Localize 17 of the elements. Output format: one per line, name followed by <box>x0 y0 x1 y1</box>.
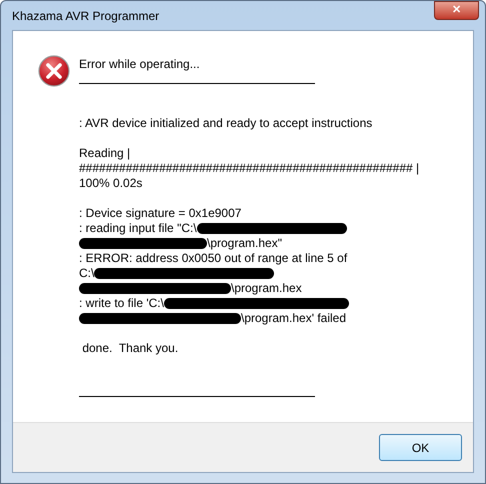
ok-button[interactable]: OK <box>379 434 462 461</box>
message-text: : ERROR: address 0x0050 out of range at line 5 of <box>79 251 348 266</box>
message-text: : write to file 'C:\ <box>79 296 164 311</box>
message-text: done. Thank you. <box>81 341 178 356</box>
error-heading: Error while operating... <box>79 57 201 72</box>
error-icon <box>38 55 70 87</box>
message-text: \program.hex' failed <box>241 311 346 326</box>
message-text: \program.hex" <box>207 236 282 251</box>
message-text: : reading input file "C:\ <box>79 221 197 236</box>
window-title: Khazama AVR Programmer <box>12 8 160 25</box>
message-text: : Device signature = 0x1e9007 <box>79 206 242 221</box>
message-text: Reading | <box>79 146 130 161</box>
message-text: C:\ <box>79 266 94 281</box>
message-text: \program.hex <box>231 281 302 296</box>
message-text: 100% 0.02s <box>79 176 142 191</box>
message-text: : AVR device initialized and ready to accept instructions <box>79 116 372 131</box>
message-text: ################################################## | <box>79 161 420 176</box>
